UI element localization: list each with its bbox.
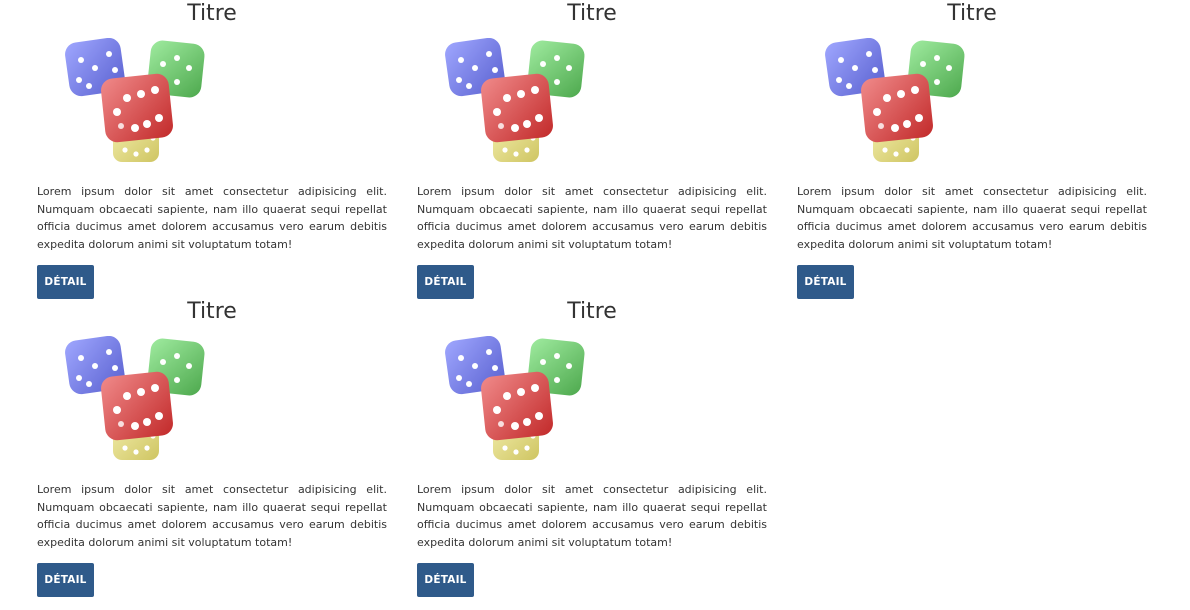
detail-button[interactable]: DÉTAIL [37,265,94,299]
card-title: Titre [567,299,617,324]
card: Titre Lorem ipsum dolor sit amet consect… [37,298,387,597]
card: Titre Lorem ipsum dolor sit amet consect… [37,0,387,299]
detail-button[interactable]: DÉTAIL [417,265,474,299]
card-text: Lorem ipsum dolor sit amet consectetur a… [797,185,1147,251]
dice-icon [65,336,209,466]
detail-button[interactable]: DÉTAIL [797,265,854,299]
card-title: Titre [187,299,237,324]
dice-icon [65,38,209,168]
card-text: Lorem ipsum dolor sit amet consectetur a… [417,483,767,549]
detail-button[interactable]: DÉTAIL [37,563,94,597]
card-title: Titre [187,1,237,26]
card-text: Lorem ipsum dolor sit amet consectetur a… [417,185,767,251]
dice-icon [825,38,969,168]
card: Titre Lorem ipsum dolor sit amet consect… [417,298,767,597]
dice-icon [445,38,589,168]
card: Titre Lorem ipsum dolor sit amet consect… [417,0,767,299]
card-text: Lorem ipsum dolor sit amet consectetur a… [37,483,387,549]
card: Titre Lorem ipsum dolor sit amet consect… [797,0,1147,299]
dice-icon [445,336,589,466]
card-title: Titre [567,1,617,26]
card-text: Lorem ipsum dolor sit amet consectetur a… [37,185,387,251]
card-title: Titre [947,1,997,26]
detail-button[interactable]: DÉTAIL [417,563,474,597]
